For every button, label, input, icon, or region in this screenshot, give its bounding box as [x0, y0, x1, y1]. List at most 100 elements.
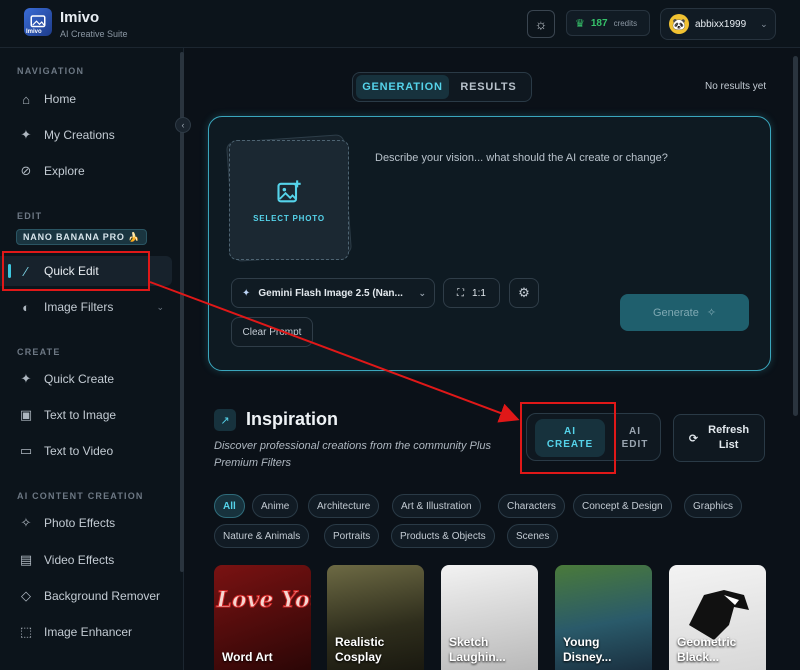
- chevron-left-icon: ‹: [181, 120, 185, 130]
- sparkle-icon: ✦: [20, 127, 32, 142]
- annotation-highlight-quick-edit: [2, 251, 150, 291]
- refresh-icon: ⟳: [688, 432, 699, 445]
- sidebar-item-photo-effects[interactable]: ✧ Photo Effects: [0, 508, 172, 538]
- model-name: Gemini Flash Image 2.5 (Nan...: [258, 287, 403, 299]
- sidebar-item-image-filters[interactable]: ◐ Image Filters ⌄: [0, 292, 172, 322]
- sparkle-icon: ✧: [20, 515, 32, 530]
- trending-icon: ↗: [214, 409, 236, 431]
- card-caption: Young Disney...: [563, 635, 611, 665]
- category-chip-products-objects[interactable]: Products & Objects: [391, 524, 495, 548]
- enhance-icon: ⬚: [19, 624, 33, 639]
- section-navigation: NAVIGATION: [17, 66, 85, 76]
- inspiration-card[interactable]: Sketch Laughin...: [441, 565, 538, 670]
- category-chip-scenes[interactable]: Scenes: [507, 524, 559, 548]
- credits-count: 187: [590, 17, 608, 29]
- image-icon: ▣: [19, 407, 33, 422]
- theme-toggle-button[interactable]: ☼: [527, 10, 555, 38]
- select-photo-button[interactable]: SELECT PHOTO: [229, 140, 349, 260]
- generate-button[interactable]: Generate ✧: [620, 294, 749, 331]
- sidebar-item-explore[interactable]: ⊘ Explore: [0, 156, 172, 186]
- video-icon: ▭: [19, 443, 33, 458]
- tab-results[interactable]: RESULTS: [449, 75, 528, 99]
- category-chip-all[interactable]: All: [214, 494, 245, 518]
- refresh-label-line: List: [718, 439, 739, 451]
- avatar: 🐼: [669, 14, 689, 34]
- sparkle-icon: ✦: [242, 287, 251, 299]
- category-chip-anime[interactable]: Anime: [252, 494, 299, 518]
- word-art-text: I Love You: [214, 587, 311, 613]
- sidebar-item-label: Image Filters: [44, 300, 114, 314]
- sidebar-item-label: Home: [44, 92, 77, 106]
- sidebar-item-text-to-image[interactable]: ▣ Text to Image: [0, 400, 172, 430]
- sun-icon: ☼: [534, 16, 548, 32]
- inspiration-card[interactable]: Realistic Cosplay: [327, 565, 424, 670]
- credits-badge[interactable]: ♛ 187 credits: [566, 10, 650, 36]
- gear-icon: ⚙: [518, 285, 530, 300]
- model-select[interactable]: ✦ Gemini Flash Image 2.5 (Nan... ⌄: [231, 278, 435, 308]
- category-chip-nature-animals[interactable]: Nature & Animals: [214, 524, 310, 548]
- category-chip-concept-design[interactable]: Concept & Design: [573, 494, 672, 518]
- category-chip-graphics[interactable]: Graphics: [684, 494, 743, 518]
- tab-generation[interactable]: GENERATION: [356, 75, 449, 99]
- card-caption: Word Art: [222, 650, 273, 665]
- card-caption-line: Sketch: [449, 635, 489, 649]
- top-bar: Imivo Imivo AI Creative Suite ☼ ♛ 187 cr…: [0, 0, 800, 48]
- sidebar-item-label: My Creations: [44, 128, 115, 142]
- sidebar-item-label: Quick Create: [44, 372, 115, 386]
- category-chip-art-illustration[interactable]: Art & Illustration: [392, 494, 481, 518]
- card-caption-line: Realistic: [335, 635, 385, 649]
- generate-label: Generate: [652, 306, 699, 319]
- category-chip-characters[interactable]: Characters: [498, 494, 565, 518]
- inspiration-title: Inspiration: [246, 409, 339, 429]
- sidebar-item-image-enhancer[interactable]: ⬚ Image Enhancer: [0, 617, 172, 647]
- collapse-sidebar-button[interactable]: ‹: [175, 117, 191, 133]
- palette-icon: ◐: [22, 299, 30, 315]
- clear-prompt-button[interactable]: Clear Prompt: [231, 317, 313, 347]
- card-caption: Sketch Laughin...: [449, 635, 506, 665]
- logo-text: Imivo: [26, 29, 42, 35]
- sidebar-item-text-to-video[interactable]: ▭ Text to Video: [0, 436, 172, 466]
- aspect-ratio-button[interactable]: ⛶ 1:1: [443, 278, 500, 308]
- section-ai-content: AI CONTENT CREATION: [17, 491, 144, 501]
- sidebar-item-background-remover[interactable]: ◇ Background Remover: [0, 581, 172, 611]
- category-chip-portraits[interactable]: Portraits: [324, 524, 380, 548]
- crop-icon: ⛶: [457, 287, 465, 299]
- inspiration-card[interactable]: Young Disney...: [555, 565, 652, 670]
- sidebar-item-video-effects[interactable]: ▤ Video Effects: [0, 545, 172, 575]
- username: abbixx1999: [695, 18, 747, 30]
- credits-label: credits: [613, 18, 638, 28]
- sidebar-item-quick-create[interactable]: ✦ Quick Create: [0, 364, 172, 394]
- prompt-input[interactable]: Describe your vision... what should the …: [375, 152, 668, 164]
- chevron-down-icon: ⌄: [760, 18, 768, 29]
- card-caption-line: Geometric: [677, 635, 737, 649]
- sidebar: NAVIGATION ⌂ Home ✦ My Creations ⊘ Explore …: [0, 48, 184, 670]
- chevron-down-icon: ⌄: [418, 287, 426, 298]
- app-logo[interactable]: Imivo: [24, 8, 52, 36]
- add-image-icon: [277, 179, 301, 202]
- card-caption-line: Word Art: [222, 650, 273, 664]
- sidebar-item-home[interactable]: ⌂ Home: [0, 84, 172, 114]
- refresh-list-button[interactable]: ⟳ Refresh List: [673, 414, 765, 462]
- sidebar-item-label: Text to Video: [44, 444, 114, 458]
- crown-icon: ♛: [575, 17, 585, 30]
- user-menu-button[interactable]: 🐼 abbixx1999 ⌄: [660, 8, 776, 40]
- app-subtitle: AI Creative Suite: [60, 29, 128, 39]
- card-caption: Geometric Black...: [677, 635, 736, 665]
- ai-edit-toggle[interactable]: AI EDIT: [615, 419, 655, 457]
- toggle-label-line: EDIT: [621, 439, 649, 450]
- mode-tabs: GENERATION RESULTS: [352, 72, 532, 102]
- inspiration-card[interactable]: I Love You Word Art: [214, 565, 311, 670]
- card-caption-line: Young: [563, 635, 600, 649]
- inspiration-card[interactable]: Geometric Black...: [669, 565, 766, 670]
- section-edit: EDIT: [17, 211, 43, 221]
- main-scrollbar[interactable]: [793, 56, 798, 416]
- card-caption-line: Disney...: [563, 650, 612, 664]
- category-chip-architecture[interactable]: Architecture: [308, 494, 380, 518]
- sidebar-item-my-creations[interactable]: ✦ My Creations: [0, 120, 172, 150]
- toggle-label-line: AI: [629, 426, 641, 437]
- settings-button[interactable]: ⚙: [509, 278, 539, 308]
- section-create: CREATE: [17, 347, 61, 357]
- sidebar-item-label: Video Effects: [44, 553, 115, 567]
- eraser-icon: ◇: [21, 588, 31, 603]
- app-name[interactable]: Imivo: [60, 9, 99, 26]
